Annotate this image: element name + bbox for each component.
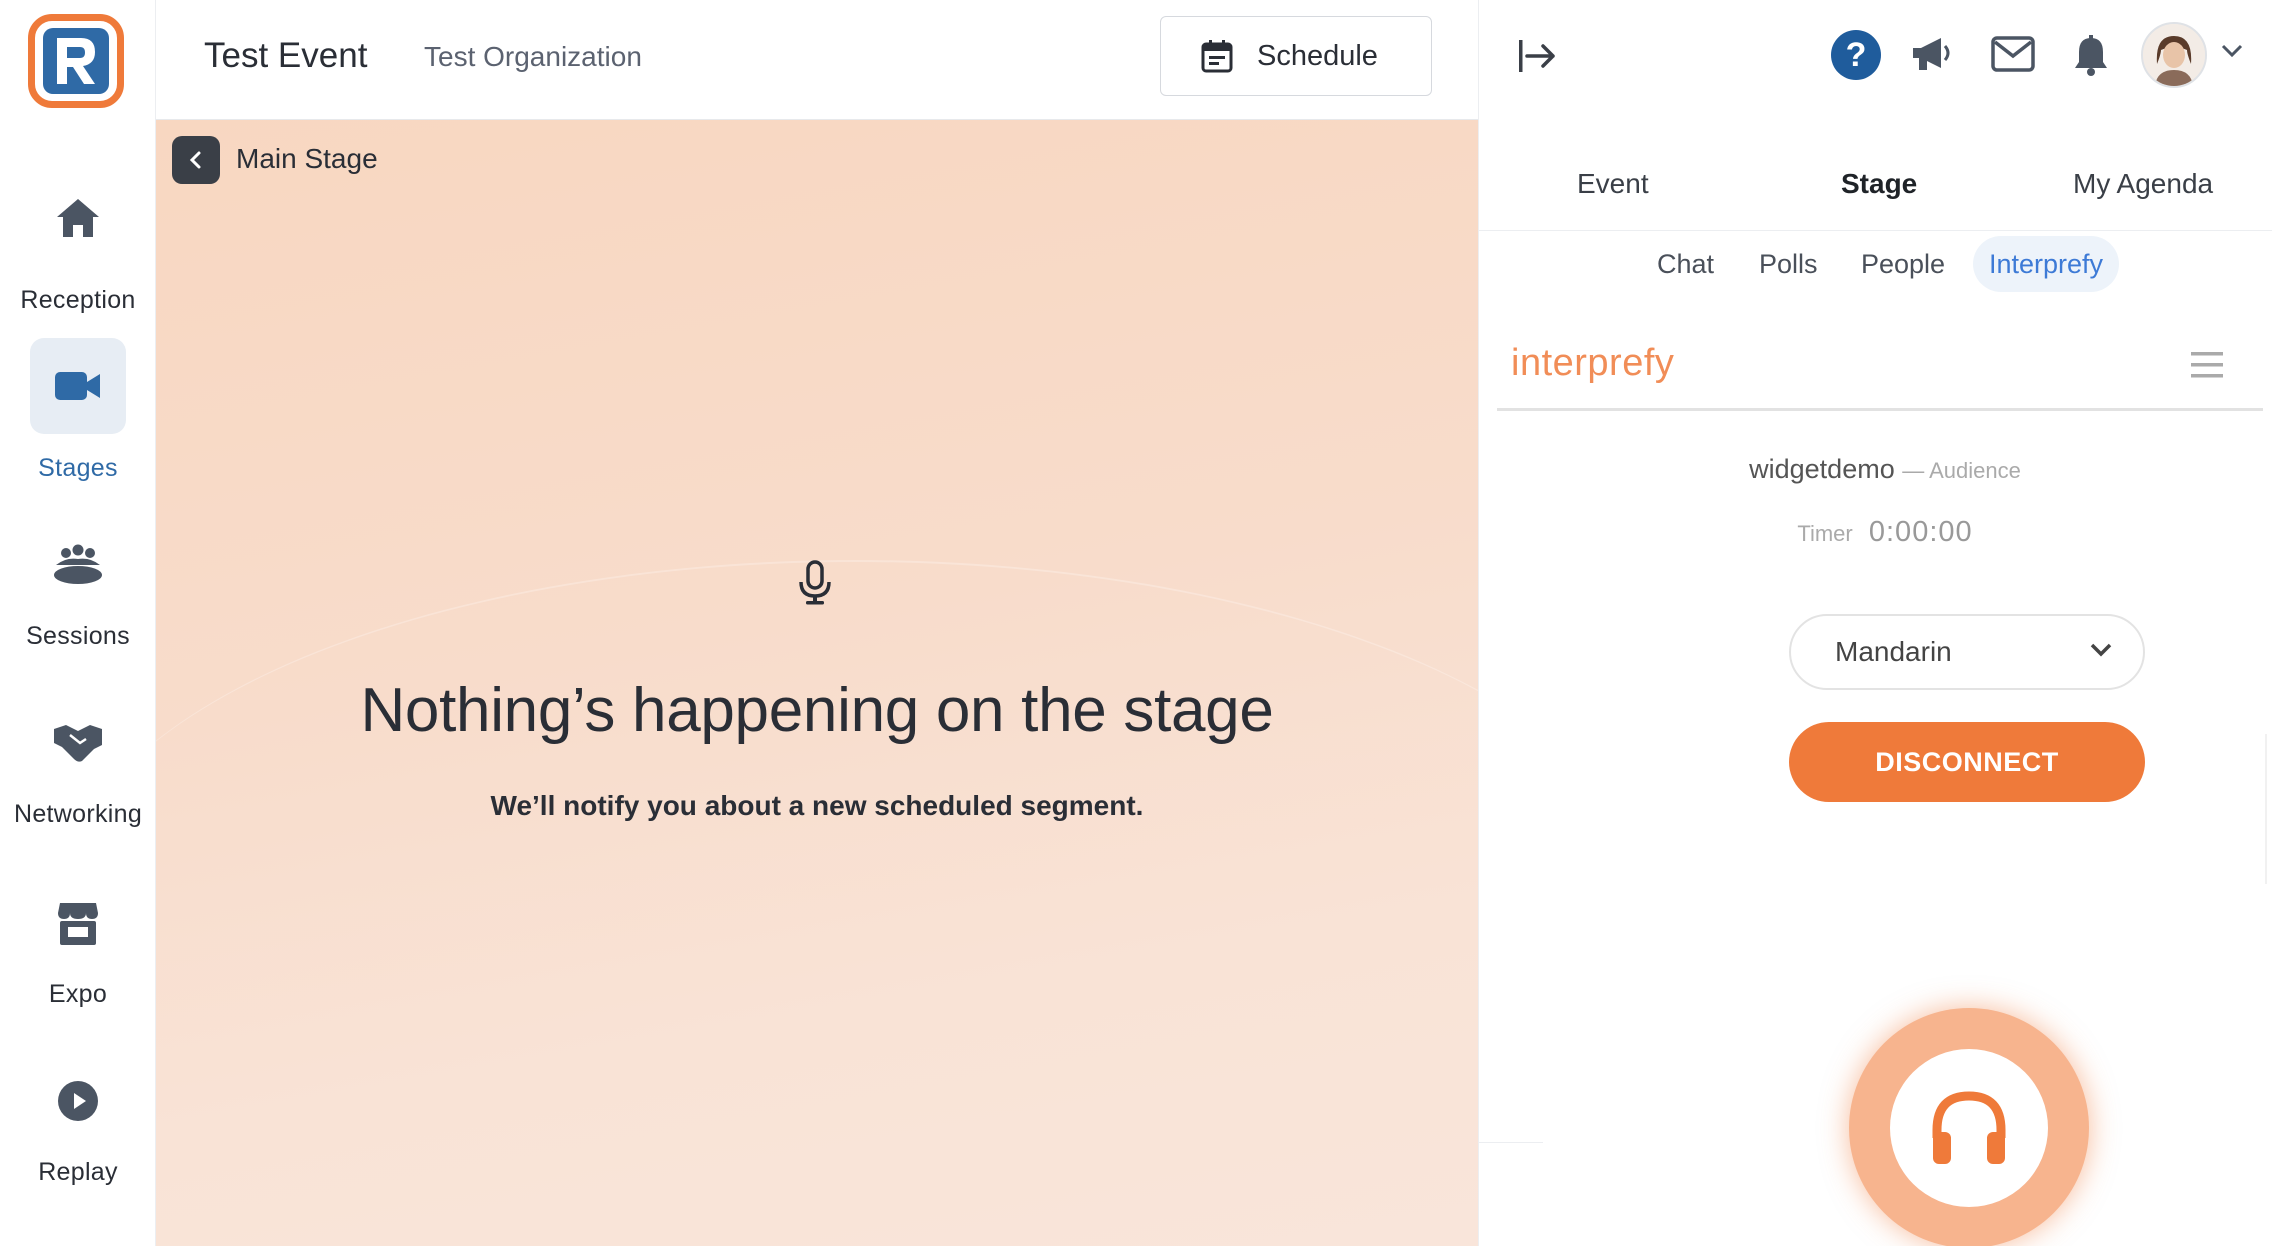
subtab-chat[interactable]: Chat (1641, 236, 1730, 292)
help-button[interactable]: ? (1831, 30, 1881, 80)
user-portrait-icon (2143, 24, 2205, 86)
interprefy-widget: interprefy widgetdemo — Audience Timer 0… (1497, 318, 2272, 1246)
logo-r-mark (43, 28, 109, 94)
subtab-interprefy[interactable]: Interprefy (1973, 236, 2120, 292)
chevron-down-icon (2090, 643, 2112, 657)
nav-item-stages[interactable]: Stages (0, 338, 156, 483)
chevron-down-icon[interactable] (2221, 44, 2243, 58)
app-logo[interactable] (28, 14, 124, 108)
nav-label: Sessions (26, 622, 130, 650)
nav-item-reception[interactable]: Reception (0, 170, 156, 315)
interprefy-logo: interprefy (1511, 342, 1675, 384)
listen-button[interactable] (1849, 1008, 2089, 1246)
play-icon (30, 1064, 126, 1138)
notification-bell-icon[interactable] (2073, 34, 2109, 76)
nav-label: Reception (20, 286, 136, 314)
timer-value: 0:00:00 (1868, 516, 1973, 548)
nav-label: Replay (38, 1158, 118, 1186)
nav-item-sessions[interactable]: Sessions (0, 528, 156, 651)
user-avatar[interactable] (2141, 22, 2207, 88)
stage-name: Main Stage (236, 143, 378, 174)
empty-state-title: Nothing’s happening on the stage (360, 676, 1274, 745)
collapse-panel-icon[interactable] (1517, 36, 1559, 76)
schedule-button[interactable]: Schedule (1160, 16, 1432, 96)
subtab-polls[interactable]: Polls (1743, 236, 1834, 292)
stage-area: Main Stage Nothing’s happening on the st… (156, 120, 1478, 1246)
nav-item-networking[interactable]: Networking (0, 706, 156, 829)
home-icon (30, 170, 126, 266)
megaphone-icon[interactable] (1909, 34, 1953, 74)
video-camera-icon (30, 338, 126, 434)
nav-item-expo[interactable]: Expo (0, 886, 156, 1009)
room-role: — Audience (1902, 458, 2021, 483)
tab-divider (1479, 230, 2272, 231)
handshake-icon (30, 706, 126, 780)
headphones-icon (1932, 1091, 2006, 1164)
calendar-icon (1201, 40, 1233, 73)
hamburger-menu-icon[interactable] (2189, 350, 2225, 380)
background-wave (156, 560, 1478, 1246)
microphone-icon (799, 560, 831, 605)
room-info: widgetdemo — Audience (1497, 454, 2272, 485)
scroll-track (2265, 734, 2267, 884)
language-select[interactable]: Mandarin (1789, 614, 2145, 690)
divider (1479, 1142, 1543, 1143)
tab-event[interactable]: Event (1577, 168, 1649, 200)
nav-label: Expo (48, 980, 108, 1008)
back-button[interactable] (172, 136, 220, 184)
language-selected: Mandarin (1835, 636, 1952, 667)
left-navigation: Reception Stages Sessions Networking Exp… (0, 0, 156, 1246)
booth-icon (30, 886, 126, 960)
right-panel: ? Event Stage My Agenda Chat Polls Peopl… (1478, 0, 2272, 1246)
nav-label: Networking (13, 800, 143, 828)
empty-state-subtitle: We’ll notify you about a new scheduled s… (490, 790, 1144, 821)
timer: Timer 0:00:00 (1497, 516, 2272, 549)
room-name: widgetdemo (1749, 454, 1895, 484)
mail-icon[interactable] (1991, 36, 2035, 72)
widget-header-divider (1497, 408, 2263, 411)
nav-label: Stages (38, 454, 118, 482)
timer-label: Timer (1797, 521, 1853, 546)
nav-item-replay[interactable]: Replay (0, 1064, 156, 1187)
tab-stage[interactable]: Stage (1841, 168, 1917, 200)
event-title: Test Event (204, 36, 368, 75)
group-icon (30, 528, 126, 602)
subtab-people[interactable]: People (1845, 236, 1961, 292)
organization-name: Test Organization (424, 41, 642, 72)
chevron-left-icon (189, 151, 201, 169)
top-bar: Test Event Test Organization Schedule (156, 0, 1478, 120)
schedule-label: Schedule (1257, 39, 1378, 72)
tab-my-agenda[interactable]: My Agenda (2073, 168, 2213, 200)
disconnect-button[interactable]: DISCONNECT (1789, 722, 2145, 802)
listen-button-inner (1890, 1049, 2048, 1207)
